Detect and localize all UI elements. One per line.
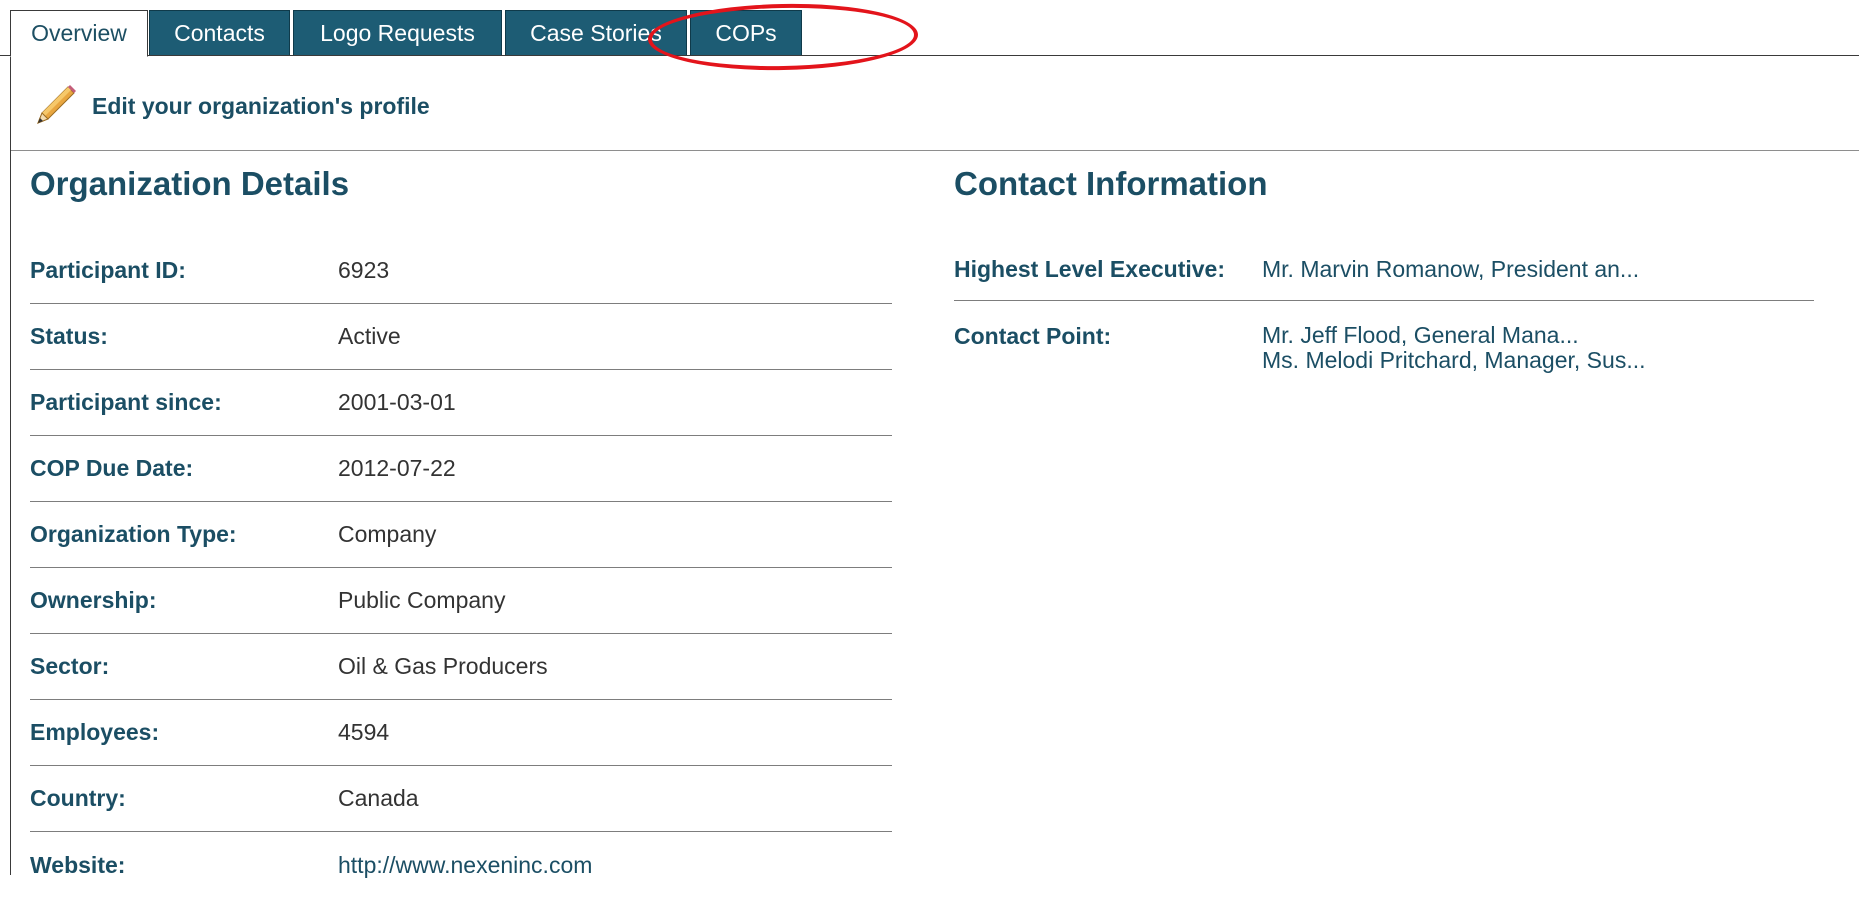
contact-row: Highest Level Executive: Mr. Marvin Roma… [954,238,1814,301]
detail-row: Participant since: 2001-03-01 [30,370,892,436]
contact-row: Contact Point: Mr. Jeff Flood, General M… [954,301,1814,373]
detail-value: Active [338,323,401,349]
divider [11,150,1859,151]
detail-value: 2012-07-22 [338,455,456,481]
detail-label: Sector: [30,653,110,679]
edit-profile-link[interactable]: Edit your organization's profile [32,82,430,130]
detail-label: Participant since: [30,389,222,415]
detail-label: Country: [30,785,126,811]
contact-information-list: Highest Level Executive: Mr. Marvin Roma… [954,238,1814,373]
detail-value: 6923 [338,257,390,283]
tab-bar: Overview Contacts Logo Requests Case Sto… [0,0,1859,57]
contact-values: Mr. Jeff Flood, General Mana... Ms. Melo… [1262,323,1646,373]
detail-value: Canada [338,785,419,811]
tab-cops[interactable]: COPs [690,10,802,56]
website-link[interactable]: http://www.nexeninc.com [338,852,592,879]
detail-row: Organization Type: Company [30,502,892,568]
pencil-icon [32,81,78,132]
detail-value: 4594 [338,719,390,745]
contact-link[interactable]: Mr. Marvin Romanow, President an... [1262,256,1639,282]
contact-values: Mr. Marvin Romanow, President an... [1262,256,1639,282]
detail-label: Ownership: [30,587,157,613]
detail-label: Organization Type: [30,521,237,547]
detail-label: Status: [30,323,108,349]
detail-row: Country: Canada [30,766,892,832]
detail-row: Website: http://www.nexeninc.com [30,832,892,898]
detail-value: Company [338,521,437,547]
detail-value: Public Company [338,587,506,613]
detail-label: Website: [30,851,126,878]
detail-label: Employees: [30,719,160,745]
organization-details-list: Participant ID: 6923 Status: Active Part… [30,238,892,898]
content-frame-border [10,56,11,875]
detail-value: 2001-03-01 [338,389,456,415]
detail-row: COP Due Date: 2012-07-22 [30,436,892,502]
detail-label: Participant ID: [30,257,186,283]
contact-link[interactable]: Mr. Jeff Flood, General Mana... [1262,323,1646,348]
detail-row: Ownership: Public Company [30,568,892,634]
tab-bar-baseline [0,55,1859,56]
contact-label: Contact Point: [954,323,1112,349]
detail-row: Sector: Oil & Gas Producers [30,634,892,700]
contact-link[interactable]: Ms. Melodi Pritchard, Manager, Sus... [1262,348,1646,373]
detail-label: COP Due Date: [30,455,194,481]
tab-logo-requests[interactable]: Logo Requests [293,10,502,56]
organization-details-title: Organization Details [30,165,350,202]
detail-row: Status: Active [30,304,892,370]
tab-contacts[interactable]: Contacts [149,10,290,56]
detail-row: Participant ID: 6923 [30,238,892,304]
tab-overview[interactable]: Overview [10,10,148,57]
detail-value: Oil & Gas Producers [338,653,548,679]
contact-information-title: Contact Information [954,165,1268,202]
detail-row: Employees: 4594 [30,700,892,766]
edit-profile-label: Edit your organization's profile [92,92,430,119]
contact-label: Highest Level Executive: [954,255,1225,282]
tab-case-stories[interactable]: Case Stories [505,10,687,56]
